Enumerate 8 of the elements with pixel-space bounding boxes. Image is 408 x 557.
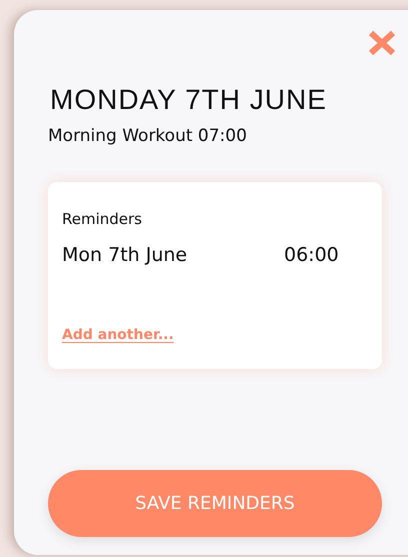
reminder-date: Mon 7th June bbox=[62, 243, 188, 267]
dialog-title: MONDAY 7TH JUNE bbox=[50, 83, 327, 117]
close-icon[interactable] bbox=[368, 30, 396, 56]
save-reminders-button[interactable]: SAVE REMINDERS bbox=[48, 470, 382, 537]
reminders-heading: Reminders bbox=[62, 209, 143, 229]
reminder-time: 06:00 bbox=[284, 243, 339, 267]
add-another-link[interactable]: Add another... bbox=[62, 327, 174, 343]
workout-subtitle: Morning Workout 07:00 bbox=[48, 125, 248, 148]
